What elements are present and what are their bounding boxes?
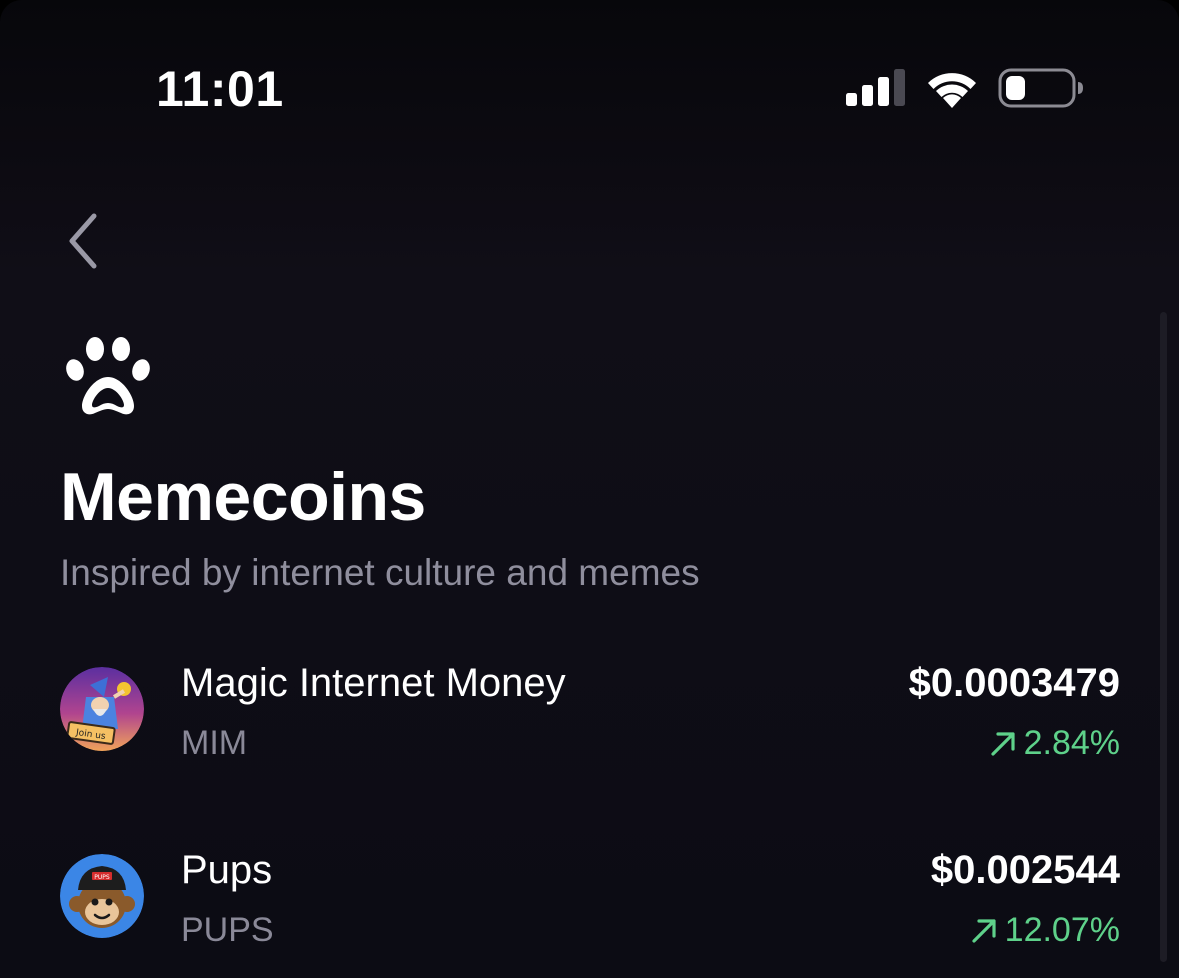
coin-change: 2.84% [988,724,1120,763]
coin-price: $0.002544 [930,848,1120,892]
monkey-avatar-icon: PUPS [60,854,144,938]
page-title: Memecoins [60,459,426,535]
coin-change-value: 2.84% [1023,724,1120,762]
coin-row-mim[interactable]: Join us Magic Internet Money MIM $0.0003… [58,655,1120,765]
avatar-caption: PUPS [94,874,110,881]
paw-icon [66,337,150,415]
coin-name: Magic Internet Money [181,661,566,705]
coin-symbol: PUPS [181,911,274,949]
coin-change-value: 12.07% [1004,911,1120,949]
wizard-avatar-icon: Join us [60,667,144,751]
wifi-icon [928,73,976,108]
coin-symbol: MIM [181,724,248,762]
coin-name: Pups [181,848,273,892]
back-button[interactable] [58,206,108,276]
battery-icon [998,68,1083,108]
scrollbar[interactable] [1160,312,1167,962]
arrow-up-right-icon [972,918,996,943]
screen: 11:01 Memecoins Inspired by internet cul… [0,0,1179,978]
coin-price: $0.0003479 [908,661,1120,705]
status-time: 11:01 [156,61,284,117]
coin-row-pups[interactable]: PUPS Pups PUPS $0.002544 12.07% [58,842,1120,952]
coin-change: 12.07% [969,911,1120,950]
page-subtitle: Inspired by internet culture and memes [60,552,700,593]
cellular-signal-icon [846,69,905,106]
chevron-left-icon [69,213,97,269]
arrow-up-right-icon [990,731,1015,756]
